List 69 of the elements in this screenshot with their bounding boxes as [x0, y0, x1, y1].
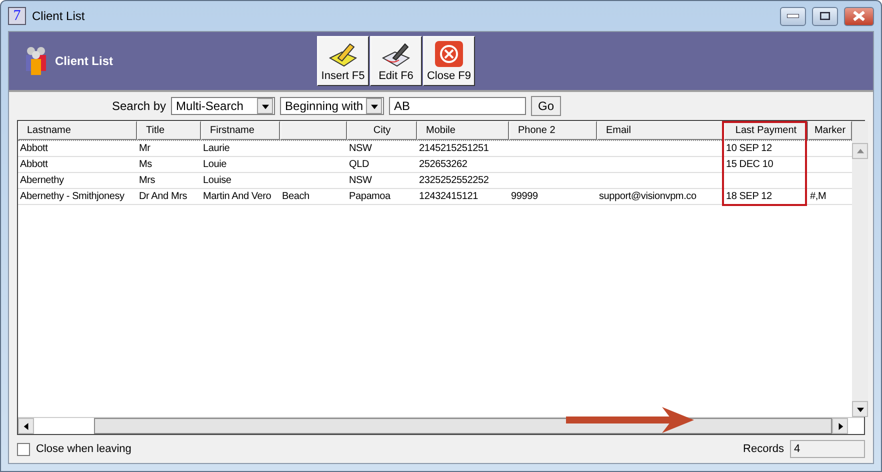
scroll-up-icon[interactable] — [852, 143, 868, 159]
pen-paper-icon — [381, 42, 411, 68]
table-cell-text: Beach — [281, 190, 310, 204]
toolbar-button[interactable]: Edit F6 — [370, 36, 422, 86]
scroll-down-icon[interactable] — [852, 401, 868, 417]
checkbox[interactable] — [17, 442, 30, 456]
match-mode-dropdown[interactable]: Beginning with — [280, 97, 384, 115]
search-field-dropdown[interactable]: Multi-Search — [171, 97, 276, 115]
table-cell-text: Abbott — [19, 158, 49, 172]
maximize-icon — [820, 12, 830, 20]
table-cell-text: Abernethy - Smithjonesy — [19, 190, 126, 204]
table-cell-text: 2145215251251 — [418, 142, 490, 156]
column-header[interactable]: Firstname — [201, 121, 280, 140]
column-header[interactable]: Title — [137, 121, 201, 140]
column-header[interactable]: Lastname — [18, 121, 137, 140]
column-header[interactable]: City — [347, 121, 417, 140]
search-label: Search by — [112, 99, 166, 113]
close-button[interactable] — [844, 6, 874, 26]
caret-icon — [366, 98, 382, 114]
maximize-button[interactable] — [812, 6, 838, 26]
column-header[interactable]: Email — [597, 121, 724, 140]
pencil-paper-icon — [328, 42, 358, 68]
table-cell-text: Louie — [202, 158, 228, 172]
table-cell-text: Abernethy — [19, 174, 65, 188]
table-cell-text: Mrs — [138, 174, 156, 188]
column-header[interactable]: Mobile — [417, 121, 509, 140]
table-cell-text: 15 DEC 10 — [725, 158, 774, 172]
window-title: Client List — [32, 9, 86, 23]
search-input[interactable]: AB — [389, 97, 526, 115]
records-label: Records — [743, 443, 784, 455]
table-cell-text: 99999 — [510, 190, 539, 204]
table-cell-text: 18 SEP 12 — [725, 190, 773, 204]
toolbar-button[interactable]: Close F9 — [423, 36, 475, 86]
header-title: Client List — [55, 54, 114, 68]
caret-icon — [257, 98, 274, 114]
minimize-icon — [787, 14, 799, 18]
table-cell-text: Dr And Mrs — [138, 190, 188, 204]
table-cell-text: 252653262 — [418, 158, 468, 172]
table-cell-text: Martin And Vero — [202, 190, 272, 204]
vertical-scrollbar[interactable] — [852, 121, 868, 417]
app-icon: 7 — [8, 7, 26, 25]
table-cell-text: Papamoa — [348, 190, 392, 204]
table-cell-text: Mr — [138, 142, 152, 156]
table-cell-text: NSW — [348, 142, 373, 156]
table-cell-text: Ms — [138, 158, 153, 172]
toolbar-button[interactable]: Insert F5 — [317, 36, 369, 86]
table-cell-text: NSW — [348, 174, 373, 188]
column-header[interactable] — [280, 121, 347, 140]
table-cell-text: Louise — [202, 174, 232, 188]
people-icon — [23, 46, 49, 76]
minimize-button[interactable] — [780, 6, 806, 26]
table-cell-text: 12432415121 — [418, 190, 479, 204]
scroll-left-icon[interactable] — [18, 418, 34, 434]
table-cell-text: 2325252552252 — [418, 174, 490, 188]
table-cell-text: #,M — [809, 190, 828, 204]
horizontal-scrollbar[interactable] — [18, 417, 864, 434]
records-count: 4 — [790, 440, 865, 458]
column-header[interactable]: Marker — [808, 121, 852, 140]
go-button[interactable]: Go — [531, 96, 562, 116]
scroll-right-icon[interactable] — [832, 418, 848, 434]
table-cell-text: support@visionvpm.co — [598, 190, 698, 204]
table-cell-text: QLD — [348, 158, 370, 172]
close-icon — [853, 11, 865, 21]
table-cell-text: 10 SEP 12 — [725, 142, 773, 156]
close-icon — [434, 40, 464, 68]
checkbox-label: Close when leaving — [36, 443, 132, 455]
column-header[interactable]: Phone 2 — [509, 121, 597, 140]
table-cell-text: Abbott — [19, 142, 49, 156]
table-cell-text: Laurie — [202, 142, 231, 156]
